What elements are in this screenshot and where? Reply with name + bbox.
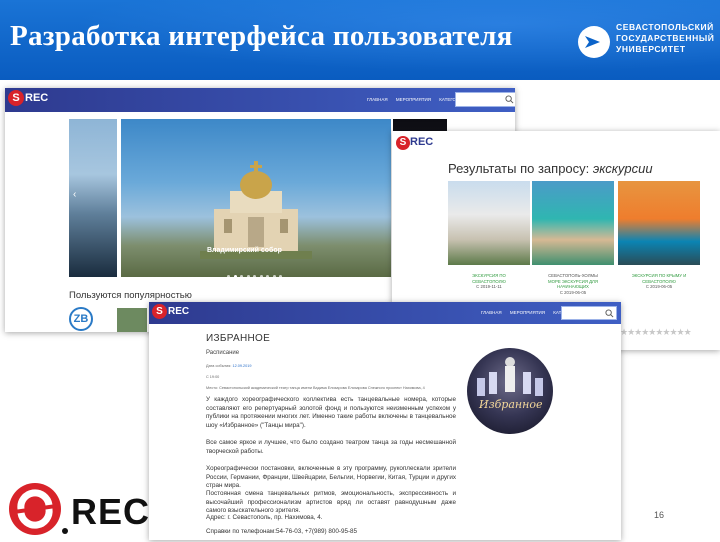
navbar: SREC ГЛАВНАЯ МЕРОПРИЯТИЯ КАТЕГОРИИ [5,88,515,112]
site-logo[interactable]: S REC [152,304,189,319]
university-name: СЕВАСТОПОЛЬСКИЙ ГОСУДАРСТВЕННЫЙ УНИВЕРСИ… [616,22,715,54]
popular-section-title: Пользуются популярностью [69,290,192,301]
description-paragraph: Хореографически постановки, включенные в… [206,465,456,490]
nav-events-link[interactable]: МЕРОПРИЯТИЯ [510,310,545,315]
event-title: ИЗБРАННОЕ [206,333,271,344]
event-address: Адрес: г. Севастополь, пр. Нахимова, 4. [206,514,323,521]
carousel-prev-image[interactable]: ‹ [69,119,117,277]
search-input[interactable] [561,306,617,320]
carousel-caption: Владимирский собор [207,247,282,254]
poster-title: Избранное [479,398,543,411]
carousel-main-image[interactable]: Владимирский собор [121,119,391,278]
description-paragraph: Постоянная смена танцевальных ритмов, эм… [206,490,456,515]
rating-stars[interactable]: ★★★★★★★★★★ [620,327,692,338]
cathedral-image [200,161,312,259]
logo-s-icon: S [152,304,167,319]
navbar: SREC ГЛАВНАЯ МЕРОПРИЯТИЯ КАТЕГОРИИ [149,302,621,324]
description-paragraph: Все самое яркое и лучшее, что было созда… [206,439,456,455]
nav-home-link[interactable]: ГЛАВНАЯ [367,97,388,102]
university-logo-icon [578,26,610,58]
result-image-1[interactable] [448,181,530,265]
result-caption-3[interactable]: ЭКСКУРСИЯ ПО КРЫМУ И СЕВАСТОПОЛЮ С 2019-06… [618,273,700,290]
title-banner: Разработка интерфейса пользователя СЕВАС… [0,0,720,80]
description-paragraph: У каждого хореографического коллектива е… [206,396,456,429]
search-icon[interactable] [605,309,614,318]
dancers-image [477,357,543,396]
page-number: 16 [654,510,665,520]
popular-item-logo[interactable]: ZB [69,307,93,331]
search-results-heading: Результаты по запросу: экскурсии [448,161,653,176]
event-phones: Справки по телефонам:54-76-03, +7(989) 8… [206,528,358,535]
event-time: С 19:00 [206,375,220,379]
search-icon[interactable] [505,95,514,104]
result-caption-2[interactable]: СЕВАСТОПОЛЬ-ХОЛМЫ МОРЕ ЭКСКУРСИЯ ДЛЯ НАЧИ… [532,273,614,295]
logo-s-icon: S [396,136,410,150]
nav-home-link[interactable]: ГЛАВНАЯ [481,310,502,315]
carousel-dots[interactable] [227,265,293,278]
popular-item-thumbnail[interactable] [117,308,147,332]
result-image-2[interactable] [532,181,614,265]
result-caption-1[interactable]: ЭКСКУРСИЯ ПО СЕВАСТОПОЛЮ С 2019-11-11 [448,273,530,290]
rec-logo: REC [7,481,153,537]
slide-title: Разработка интерфейса пользователя [10,20,513,52]
site-logo[interactable]: S REC [8,90,48,106]
event-date: Дата события: 12.09.2019 [206,364,252,368]
search-input[interactable] [455,92,515,107]
schedule-label: Расписание [206,350,240,356]
event-poster-image: Избранное [467,348,553,434]
logo-s-icon: S [8,90,24,106]
screenshot-event-page: SREC ГЛАВНАЯ МЕРОПРИЯТИЯ КАТЕГОРИИ ИЗБРА… [149,302,621,540]
chevron-left-icon[interactable]: ‹ [73,189,76,200]
result-image-3[interactable] [618,181,700,265]
rec-logo-text: REC [71,491,151,532]
event-place: Место: Севастопольский академический теа… [206,386,425,390]
nav-events-link[interactable]: МЕРОПРИЯТИЯ [396,97,431,102]
site-logo[interactable]: S REC [396,136,433,150]
